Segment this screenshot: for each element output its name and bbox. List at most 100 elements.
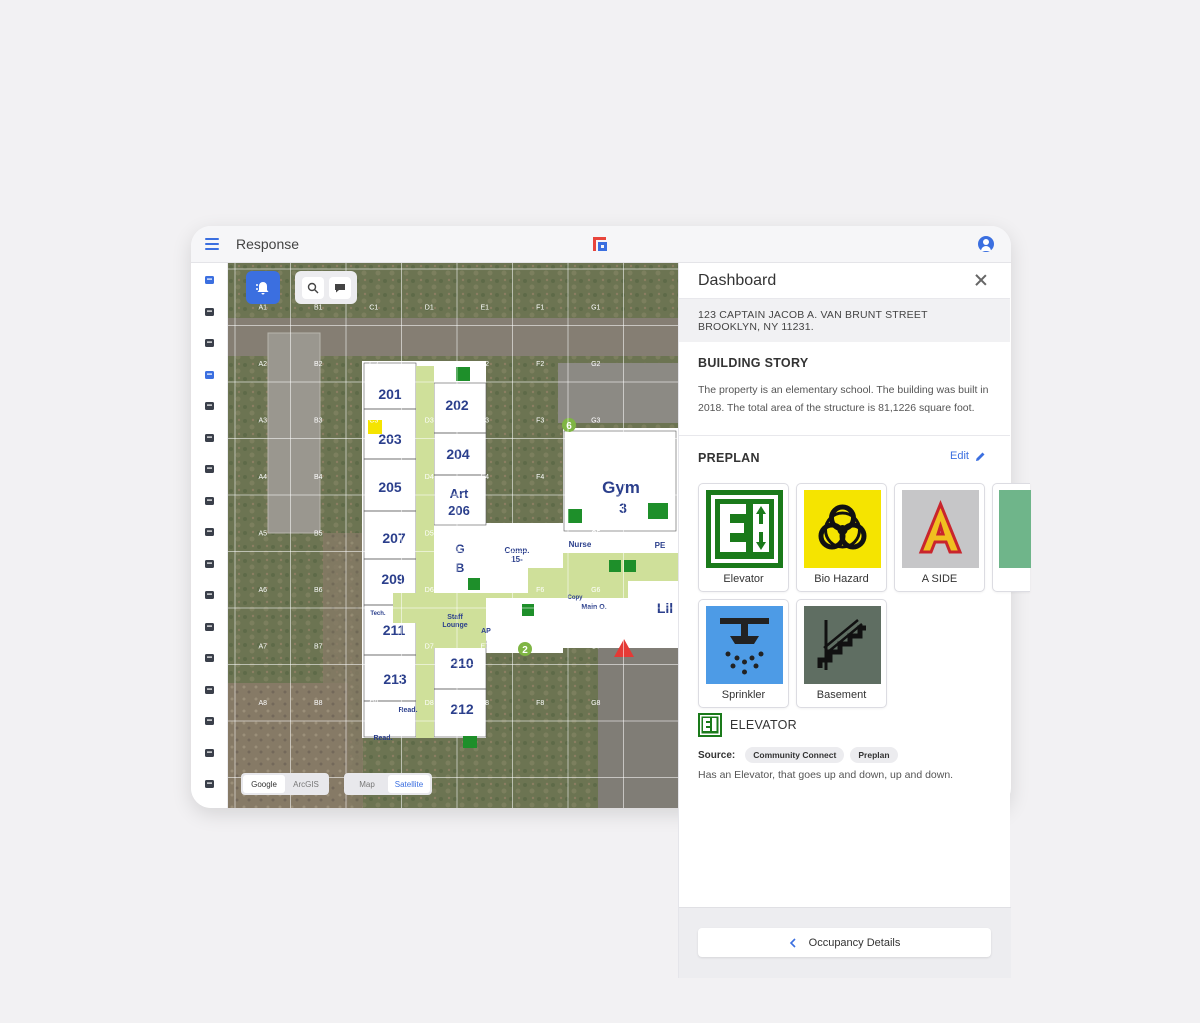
selected-item-detail: ELEVATOR Source: Community Connect Prepl…: [679, 713, 1010, 781]
building-icon[interactable]: [203, 431, 216, 443]
provider-arcgis[interactable]: ArcGIS: [285, 775, 327, 793]
truck-icon[interactable]: [203, 620, 216, 632]
mode-satellite[interactable]: Satellite: [388, 775, 430, 793]
phone-icon[interactable]: [203, 368, 216, 380]
grid-label: E4: [480, 474, 489, 481]
card-label: Basement: [816, 689, 867, 701]
svg-text:210: 210: [450, 655, 474, 671]
grid-label: B8: [314, 700, 323, 707]
card-biohazard[interactable]: Bio Hazard: [796, 483, 887, 592]
card-partial[interactable]: [992, 483, 1031, 592]
preplan-cards: Elevator Bio Hazard A SIDE Sprinkler Bas…: [698, 483, 1031, 713]
mode-map[interactable]: Map: [346, 775, 388, 793]
building-story-title: BUILDING STORY: [698, 356, 809, 370]
grid-label: D2: [425, 361, 434, 368]
grid-label: D6: [425, 587, 434, 594]
svg-text:213: 213: [383, 671, 407, 687]
card-a-side[interactable]: A SIDE: [894, 483, 985, 592]
checklist-icon[interactable]: [203, 557, 216, 569]
grid-label: G8: [591, 700, 600, 707]
grid-label: F3: [536, 417, 544, 424]
partial-card-image: [999, 490, 1031, 568]
report-icon[interactable]: [203, 746, 216, 758]
grid-label: D5: [425, 530, 434, 537]
grid-label: C5: [369, 530, 378, 537]
grid-label: F4: [536, 474, 544, 481]
building-alt-icon[interactable]: [203, 462, 216, 474]
edit-label: Edit: [950, 450, 969, 462]
card-label: Elevator: [723, 573, 764, 585]
card-basement[interactable]: Basement: [796, 599, 887, 708]
search-list-icon[interactable]: [203, 777, 216, 789]
document-icon[interactable]: [203, 525, 216, 537]
svg-text:2: 2: [522, 645, 528, 656]
app-title: Response: [236, 236, 300, 252]
address-text: 123 CAPTAIN JACOB A. VAN BRUNT STREET BR…: [679, 299, 1010, 342]
occupancy-details-button[interactable]: Occupancy Details: [698, 928, 991, 957]
people-icon[interactable]: [203, 305, 216, 317]
svg-text:Comp.: Comp.: [505, 546, 530, 555]
menu-icon[interactable]: [205, 238, 219, 250]
grid-label: F5: [536, 530, 544, 537]
grid-label: A3: [258, 417, 267, 424]
svg-text:205: 205: [378, 479, 402, 495]
biohazard-icon: [804, 490, 881, 568]
svg-text:Staff: Staff: [447, 614, 463, 621]
user-avatar-icon[interactable]: [978, 236, 994, 252]
grid-label: D3: [425, 417, 434, 424]
grid-label: G6: [591, 587, 600, 594]
grid-label: E8: [480, 700, 489, 707]
grid-label: C2: [369, 361, 378, 368]
chevron-left-icon: [789, 937, 796, 948]
grid-label: G2: [591, 361, 600, 368]
search-location-icon[interactable]: [301, 276, 324, 299]
svg-text:207: 207: [382, 530, 406, 546]
svg-text:206: 206: [448, 503, 470, 518]
svg-text:Nurse: Nurse: [569, 540, 592, 549]
hydrant-icon[interactable]: [203, 714, 216, 726]
garage-icon[interactable]: [203, 683, 216, 695]
grid-label: E2: [480, 361, 489, 368]
source-chip[interactable]: Community Connect: [745, 747, 845, 763]
svg-text:Gym: Gym: [602, 478, 640, 497]
grid-label: A4: [258, 474, 267, 481]
calendar-alt-icon[interactable]: [203, 494, 216, 506]
map-icon[interactable]: [203, 399, 216, 411]
grid-label: C4: [369, 474, 378, 481]
grid-label: A6: [258, 587, 267, 594]
close-icon[interactable]: [974, 273, 988, 287]
calendar-icon[interactable]: [203, 336, 216, 348]
svg-text:Read.: Read.: [373, 735, 392, 742]
alert-button[interactable]: [246, 271, 280, 304]
svg-text:211: 211: [383, 622, 406, 638]
card-label: Bio Hazard: [814, 573, 869, 585]
back-arrow-icon[interactable]: [203, 273, 216, 285]
grid-label: A7: [258, 643, 267, 650]
elevator-icon: [706, 490, 783, 568]
map-view[interactable]: 201 202 203 204 205 Art 206 207 209 211 210 21…: [228, 263, 678, 808]
source-chip[interactable]: Preplan: [850, 747, 898, 763]
svg-text:Copy: Copy: [568, 595, 584, 601]
chat-icon[interactable]: [328, 276, 351, 299]
building-story-text: The property is an elementary school. Th…: [698, 384, 989, 414]
route-icon[interactable]: [203, 588, 216, 600]
preplan-section: PREPLAN Edit Elevator Bio Hazard A SIDE …: [679, 436, 1031, 713]
grid-label: C1: [369, 304, 378, 311]
card-elevator[interactable]: Elevator: [698, 483, 789, 592]
svg-text:204: 204: [446, 446, 470, 462]
invoice-icon[interactable]: [203, 651, 216, 663]
grid-label: C8: [369, 700, 378, 707]
edit-button[interactable]: Edit: [950, 450, 986, 462]
grid-label: D7: [425, 643, 434, 650]
provider-google[interactable]: Google: [243, 775, 285, 793]
grid-label: E6: [480, 587, 489, 594]
grid-label: B3: [314, 417, 323, 424]
grid-label: C3: [369, 417, 378, 424]
basement-icon: [804, 606, 881, 684]
grid-label: A1: [258, 304, 267, 311]
top-bar: Response: [191, 226, 1011, 263]
grid-label: A5: [258, 530, 267, 537]
source-label: Source:: [698, 749, 736, 761]
card-sprinkler[interactable]: Sprinkler: [698, 599, 789, 708]
satellite-map[interactable]: 201202 203204 205 Art 206207 209211 21021…: [228, 263, 678, 808]
